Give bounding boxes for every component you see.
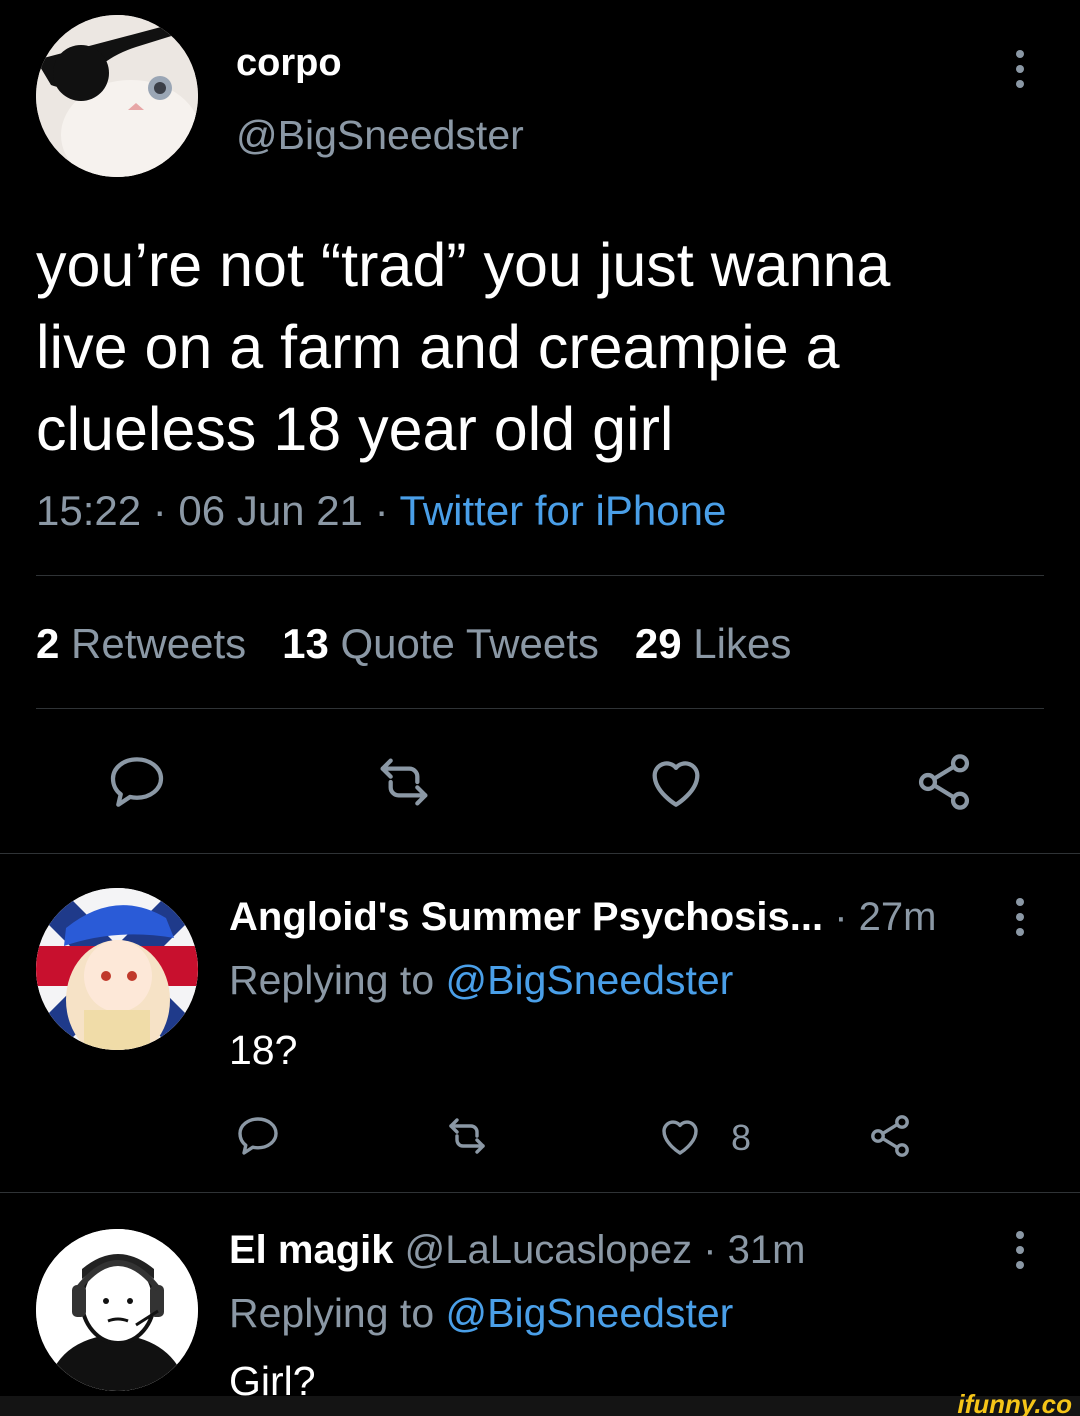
- reply-author-line: Angloid's Summer Psychosis... · 27m: [229, 895, 936, 940]
- author-handle[interactable]: @BigSneedster: [236, 112, 524, 159]
- retweets-stat[interactable]: 2 Retweets: [36, 620, 246, 667]
- reply-time: · 31m: [692, 1228, 806, 1272]
- more-options-icon[interactable]: [1016, 50, 1024, 88]
- reply-author-handle[interactable]: @LaLucaslopez: [394, 1228, 692, 1272]
- retweets-label: Retweets: [71, 620, 247, 667]
- replying-to-label: Replying to: [229, 1290, 446, 1336]
- watermark-bar: [0, 1396, 1080, 1416]
- reply-time: · 27m: [823, 895, 937, 939]
- reply-author-name[interactable]: El magik: [229, 1228, 394, 1272]
- likes-count: 29: [634, 620, 682, 667]
- replying-to-handle[interactable]: @BigSneedster: [446, 957, 734, 1003]
- more-options-icon[interactable]: [1016, 1231, 1024, 1269]
- tweet-text-line: you’re not “trad” you just wanna: [36, 231, 891, 299]
- replying-to-label: Replying to: [229, 957, 446, 1003]
- avatar-image: [36, 15, 198, 177]
- quotes-label: Quote Tweets: [340, 620, 599, 667]
- reply-avatar-image: [36, 888, 198, 1050]
- replying-to: Replying to @BigSneedster: [229, 957, 733, 1004]
- quotes-stat[interactable]: 13 Quote Tweets: [282, 620, 599, 667]
- share-icon[interactable]: [866, 1112, 914, 1160]
- reply-like-count: 8: [731, 1117, 752, 1158]
- retweet-icon[interactable]: [372, 750, 436, 814]
- tweet-text-line: clueless 18 year old girl: [36, 395, 674, 463]
- share-icon[interactable]: [912, 750, 976, 814]
- reply-avatar[interactable]: [36, 888, 198, 1050]
- divider: [0, 853, 1080, 854]
- like-icon[interactable]: [644, 750, 708, 814]
- quotes-count: 13: [282, 620, 329, 667]
- replying-to-handle[interactable]: @BigSneedster: [446, 1290, 734, 1336]
- tweet-text-line: live on a farm and creampie a: [36, 313, 840, 381]
- retweets-count: 2: [36, 620, 60, 667]
- watermark: ifunny.co: [957, 1389, 1072, 1416]
- more-options-icon[interactable]: [1016, 898, 1024, 936]
- reply-text: 18?: [229, 1027, 298, 1073]
- divider: [36, 708, 1044, 709]
- author-avatar[interactable]: [36, 15, 198, 177]
- reply-icon[interactable]: [105, 750, 169, 814]
- tweet-stats: 2 Retweets 13 Quote Tweets 29 Likes: [36, 620, 791, 668]
- reply-avatar[interactable]: [36, 1229, 198, 1391]
- reply-icon[interactable]: [234, 1112, 282, 1160]
- tweet-source-link[interactable]: Twitter for iPhone: [399, 487, 726, 534]
- tweet-meta: 15:22 · 06 Jun 21 · Twitter for iPhone: [36, 487, 726, 535]
- divider: [0, 1192, 1080, 1193]
- replying-to: Replying to @BigSneedster: [229, 1290, 733, 1337]
- divider: [36, 575, 1044, 576]
- reply-author-line: El magik @LaLucaslopez · 31m: [229, 1228, 805, 1273]
- tweet-text: you’re not “trad” you just wanna live on…: [36, 224, 1036, 470]
- tweet-timestamp: 15:22 · 06 Jun 21 ·: [36, 487, 400, 534]
- author-name[interactable]: corpo: [236, 42, 342, 85]
- like-icon[interactable]: [656, 1112, 704, 1160]
- likes-stat[interactable]: 29 Likes: [635, 620, 791, 667]
- reply-author-name[interactable]: Angloid's Summer Psychosis...: [229, 895, 823, 939]
- retweet-icon[interactable]: [443, 1112, 491, 1160]
- reply-avatar-image: [36, 1229, 198, 1391]
- likes-label: Likes: [693, 620, 792, 667]
